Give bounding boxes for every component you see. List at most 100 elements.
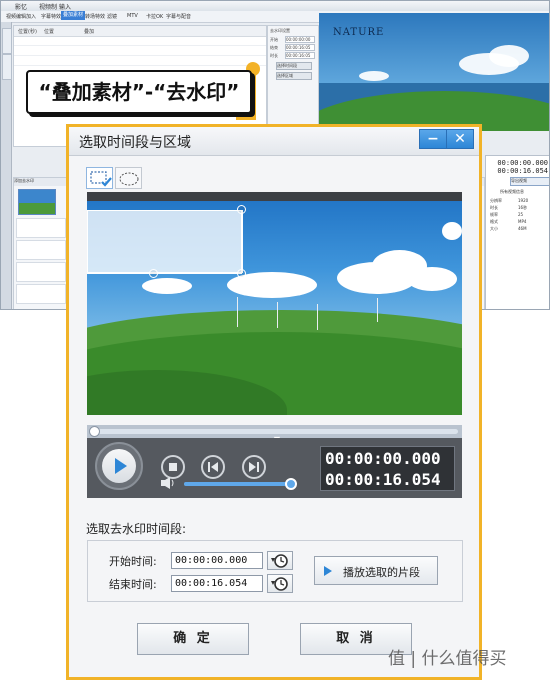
volume-fill	[184, 482, 291, 486]
list-item[interactable]	[14, 46, 266, 56]
props-header: 去水印设置	[270, 28, 290, 33]
menu-item[interactable]: MTV	[125, 13, 140, 19]
props-value[interactable]: 00:00:00:00	[285, 36, 315, 43]
play-button[interactable]	[95, 442, 143, 490]
ellipse-select-tool[interactable]	[115, 167, 142, 189]
rect-select-tool[interactable]	[86, 167, 113, 189]
rect-select-icon	[90, 171, 112, 187]
close-button[interactable]: ✕	[446, 129, 474, 149]
background-title-tab[interactable]: 输入	[59, 2, 71, 11]
video-cloud	[407, 267, 457, 291]
props-label: 时长	[270, 53, 278, 58]
selection-edge	[242, 210, 243, 273]
wind-turbine	[377, 298, 378, 322]
clock-back-icon	[271, 554, 288, 568]
menu-item[interactable]: 滤镜	[105, 13, 119, 20]
track-slot[interactable]	[16, 284, 66, 304]
video-thumbnail[interactable]	[18, 189, 56, 215]
video-top-band	[87, 192, 462, 201]
stop-icon	[169, 463, 177, 471]
background-left-tabs	[1, 22, 12, 309]
background-titlebar: 影忆 视频制 输入	[1, 1, 549, 11]
info-value: 16秒	[518, 205, 528, 210]
current-time: 00:00:00.000	[325, 449, 441, 468]
set-end-time-button[interactable]	[267, 574, 293, 593]
info-value: 46M	[518, 226, 527, 231]
play-icon	[115, 458, 127, 474]
menu-item[interactable]: 字幕与配音	[164, 13, 193, 20]
info-label: 时长	[490, 205, 498, 210]
prev-frame-icon	[208, 462, 218, 472]
callout-label: “叠加素材”-“去水印”	[26, 70, 252, 114]
video-preview[interactable]	[87, 192, 462, 415]
select-time-button[interactable]: 选择时间段	[276, 62, 312, 70]
video-cloud	[442, 222, 462, 240]
menu-item[interactable]: 卡拉OK	[144, 13, 165, 20]
callout-connector	[236, 116, 256, 120]
dialog-titlebar[interactable]: 选取时间段与区域 − ✕	[69, 127, 479, 156]
props-label: 结束	[270, 45, 278, 50]
track-slot[interactable]	[16, 240, 66, 260]
total-time: 00:00:16.054	[325, 470, 441, 489]
selection-handle[interactable]	[237, 269, 246, 278]
menu-item[interactable]: 转场特效	[83, 13, 107, 20]
background-info-panel: 00:00:00.000 00:00:16.054 导出视频 所有视频信息 分辨…	[485, 155, 549, 309]
left-tab[interactable]	[2, 54, 12, 80]
list-header-cell: 叠加	[84, 29, 95, 35]
start-time-input[interactable]: 00:00:00.000	[171, 552, 263, 569]
info-label: 帧率	[490, 212, 498, 217]
menu-item-active[interactable]: 叠加素材	[61, 11, 86, 20]
info-time-current: 00:00:00.000	[497, 159, 548, 167]
track-slot[interactable]	[16, 262, 66, 282]
props-value[interactable]: 00:00:16:05	[285, 52, 315, 59]
end-time-label: 结束时间:	[109, 578, 157, 591]
list-header-cell: 位置(秒)	[18, 29, 37, 35]
export-video-button[interactable]: 导出视频	[510, 177, 549, 186]
wind-turbine	[277, 302, 278, 328]
next-frame-button[interactable]	[242, 455, 266, 479]
info-header: 所有视频信息	[500, 189, 524, 194]
left-tab[interactable]	[2, 28, 12, 54]
selection-handle[interactable]	[149, 269, 158, 278]
selection-handle[interactable]	[237, 205, 246, 214]
watermark-selection-area[interactable]	[87, 210, 242, 273]
preview-title-text: NATURE	[333, 27, 385, 38]
minimize-button[interactable]: −	[419, 129, 447, 149]
list-item[interactable]	[14, 56, 266, 66]
volume-icon[interactable]	[160, 476, 178, 490]
props-value[interactable]: 00:00:16:05	[285, 44, 315, 51]
section-title: 选取去水印时间段:	[86, 522, 187, 536]
background-title-tab[interactable]: 视频制	[39, 2, 57, 11]
wind-turbine	[317, 304, 318, 330]
clock-back-icon	[271, 577, 288, 591]
menu-item[interactable]: 字幕特效	[39, 13, 63, 20]
info-label: 大小	[490, 226, 498, 231]
selection-edge	[87, 273, 242, 274]
time-display: 00:00:00.000 00:00:16.054	[320, 446, 455, 491]
play-selection-button[interactable]: 播放选取的片段	[314, 556, 438, 585]
play-icon	[324, 566, 332, 576]
seek-track	[91, 429, 458, 434]
ok-button[interactable]: 确 定	[137, 623, 249, 655]
select-area-button[interactable]: 选择区域	[276, 72, 312, 80]
set-start-time-button[interactable]	[267, 551, 293, 570]
next-frame-icon	[249, 462, 259, 472]
preview-cloud	[359, 71, 389, 81]
video-cloud	[142, 278, 192, 294]
volume-handle[interactable]	[285, 478, 297, 490]
menu-item[interactable]: 加入	[24, 13, 38, 20]
list-header-cell: 位置	[44, 29, 55, 35]
end-time-input[interactable]: 00:00:16.054	[171, 575, 263, 592]
ellipse-select-icon	[119, 172, 139, 186]
minimize-icon: −	[427, 131, 439, 147]
play-button-face	[102, 449, 136, 483]
track-slot[interactable]	[16, 218, 66, 238]
select-time-region-dialog: 选取时间段与区域 − ✕ 00:00:00.000 00:00:16.054 选…	[69, 127, 479, 677]
seek-handle[interactable]	[89, 426, 100, 437]
info-time-total: 00:00:16.054	[497, 167, 548, 175]
prev-frame-button[interactable]	[201, 455, 225, 479]
play-selection-label: 播放选取的片段	[343, 566, 420, 579]
list-item[interactable]	[14, 36, 266, 46]
dialog-title: 选取时间段与区域	[79, 135, 191, 151]
background-app-title: 影忆	[15, 4, 28, 11]
